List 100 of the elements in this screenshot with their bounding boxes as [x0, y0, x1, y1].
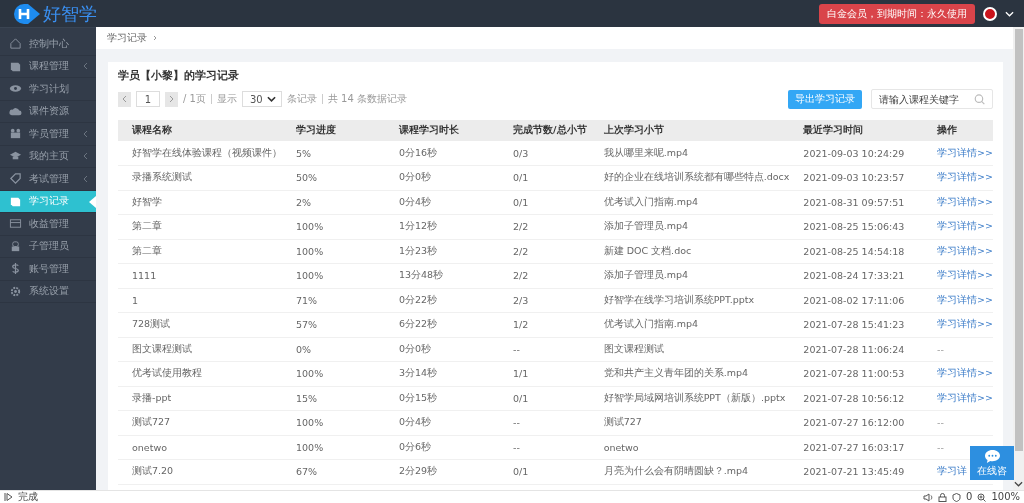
- table-cell: 0分4秒: [384, 190, 500, 215]
- zoom-level[interactable]: 100%: [991, 491, 1020, 503]
- details-link[interactable]: 学习详情>>: [937, 195, 993, 207]
- table-cell: 1/1: [499, 361, 590, 386]
- table-cell: 2021-07-28 10:56:12: [789, 386, 924, 411]
- table-cell: 0分22秒: [384, 288, 500, 313]
- table-cell: 0/1: [499, 386, 590, 411]
- table-cell: 100%: [282, 214, 385, 239]
- column-header: 完成节数/总小节: [499, 120, 590, 141]
- table-cell: 6分22秒: [384, 312, 500, 337]
- table-cell: --: [499, 410, 590, 435]
- table-cell: 2分29秒: [384, 459, 500, 484]
- table-cell: 0/1: [499, 459, 590, 484]
- previous-page-button[interactable]: [118, 91, 131, 107]
- tag-icon: [9, 172, 22, 186]
- table-cell: 2021-07-21 13:45:49: [789, 459, 924, 484]
- table-cell: 录播系统测试: [118, 165, 282, 190]
- table-cell: --: [499, 435, 590, 460]
- table-cell: 2/3: [499, 288, 590, 313]
- details-link[interactable]: 学习详情>>: [937, 146, 993, 158]
- table-cell: 100%: [282, 263, 385, 288]
- table-cell: 2%: [282, 190, 385, 215]
- scroll-down-icon[interactable]: [1014, 481, 1023, 487]
- export-button[interactable]: 导出学习记录: [788, 89, 862, 109]
- table-cell: 优考试入门指南.mp4: [589, 190, 790, 215]
- lock-icon[interactable]: [938, 492, 948, 502]
- table-cell: 57%: [282, 312, 385, 337]
- table-cell: 2021-08-25 14:54:18: [789, 239, 924, 264]
- table-cell: 2021-07-28 11:06:24: [789, 337, 924, 362]
- table-cell: 好智学: [118, 190, 282, 215]
- page-field[interactable]: 1: [136, 91, 160, 107]
- chat-bubble-icon: [983, 449, 1001, 464]
- table-cell: 优考试入门指南.mp4: [589, 312, 790, 337]
- scroll-thumb[interactable]: [1014, 29, 1023, 451]
- table-cell: 我从哪里来呢.mp4: [589, 141, 790, 166]
- table-cell: 2021-07-27 16:12:00: [789, 410, 924, 435]
- table-cell: 100%: [282, 435, 385, 460]
- details-link[interactable]: 学习详情>>: [937, 171, 993, 183]
- card-title: 学员【小黎】的学习记录: [118, 68, 240, 83]
- person-icon: [9, 239, 22, 253]
- breadcrumb-link[interactable]: 学习记录: [107, 31, 147, 45]
- table-cell: 2/2: [499, 263, 590, 288]
- records-label: 条记录: [286, 92, 317, 106]
- table-cell: 1分12秒: [384, 214, 500, 239]
- table-cell: 第二章: [118, 214, 282, 239]
- table-cell: 1111: [118, 263, 282, 288]
- logo-text: 好智学: [43, 2, 97, 25]
- table-cell: 好的企业在线培训系统都有哪些特点.docx: [589, 165, 790, 190]
- caret-icon[interactable]: [1005, 10, 1014, 17]
- table-cell: 录播-ppt: [118, 386, 282, 411]
- table-cell: 100%: [282, 361, 385, 386]
- table-cell: 1分23秒: [384, 239, 500, 264]
- avatar[interactable]: [983, 6, 997, 21]
- table-cell: onetwo: [589, 435, 790, 460]
- details-link[interactable]: 学习详情>>: [937, 244, 993, 256]
- next-page-button[interactable]: [165, 91, 178, 107]
- table-cell: 2021-09-03 10:24:29: [789, 141, 924, 166]
- table-cell: 图文课程测试: [118, 337, 282, 362]
- speaker-icon[interactable]: [923, 492, 934, 502]
- chevron-right-icon: [169, 95, 174, 103]
- table-cell: onetwo: [118, 435, 282, 460]
- table-cell: --: [937, 343, 944, 355]
- details-link[interactable]: 学习详: [937, 465, 968, 477]
- table-cell: 0分0秒: [384, 165, 500, 190]
- details-link[interactable]: 学习详情>>: [937, 391, 993, 403]
- table-cell: --: [499, 337, 590, 362]
- table-cell: 100%: [282, 410, 385, 435]
- table-cell: 728测试: [118, 312, 282, 337]
- show-label: 显示: [216, 92, 237, 106]
- table-cell: 2/2: [499, 239, 590, 264]
- column-header: 上次学习小节: [589, 120, 790, 141]
- table-cell: 0分4秒: [384, 410, 500, 435]
- scrollbar[interactable]: [1013, 27, 1024, 490]
- table-cell: 13分48秒: [384, 263, 500, 288]
- table-cell: 2021-07-28 15:41:23: [789, 312, 924, 337]
- details-link[interactable]: 学习详情>>: [937, 318, 993, 330]
- details-link[interactable]: 学习详情>>: [937, 220, 993, 232]
- page-count: / 1页: [183, 92, 206, 106]
- table-cell: 0分15秒: [384, 386, 500, 411]
- details-link[interactable]: 学习详情>>: [937, 293, 993, 305]
- dollar-icon: [9, 262, 22, 276]
- page-size-select[interactable]: 30: [241, 91, 282, 107]
- search-field[interactable]: 请输入课程关键字: [871, 89, 993, 109]
- table-cell: 添加子管理员.mp4: [589, 214, 790, 239]
- details-link[interactable]: 学习详情>>: [937, 269, 993, 281]
- details-link[interactable]: 学习详情>>: [937, 367, 993, 379]
- play-icon: [4, 493, 13, 501]
- table-cell: 1: [118, 288, 282, 313]
- table-cell: 5%: [282, 141, 385, 166]
- table-cell: 2021-07-27 16:03:17: [789, 435, 924, 460]
- online-chat-button[interactable]: 在线咨: [970, 446, 1014, 480]
- shield-icon[interactable]: [952, 492, 962, 502]
- table-cell: 71%: [282, 288, 385, 313]
- table-cell: 2021-08-25 15:06:43: [789, 214, 924, 239]
- table-cell: 好智学局域网培训系统PPT（新版）.pptx: [589, 386, 790, 411]
- column-header: 操作: [923, 120, 993, 141]
- table-cell: 2021-09-03 10:23:57: [789, 165, 924, 190]
- table-cell: 0分0秒: [384, 337, 500, 362]
- zoom-icon[interactable]: [977, 492, 987, 502]
- table-cell: 第二章: [118, 239, 282, 264]
